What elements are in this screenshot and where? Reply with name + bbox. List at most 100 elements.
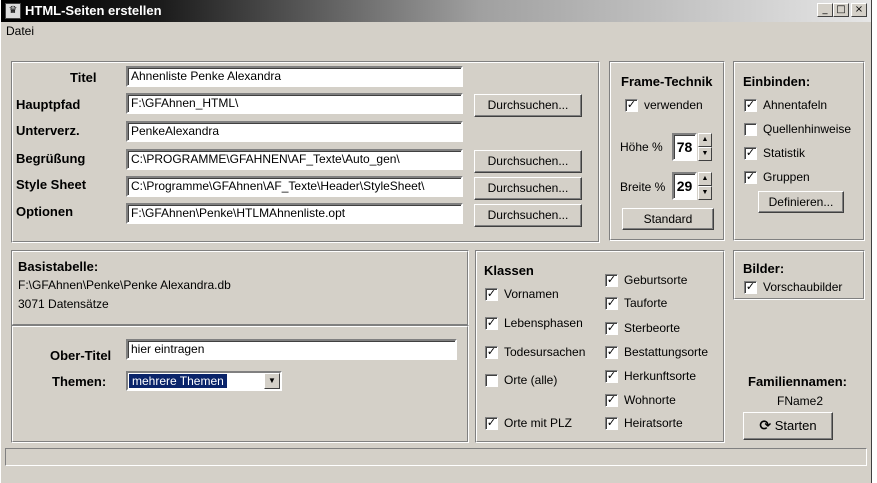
klassen-orte-plz-label: Orte mit PLZ <box>504 416 573 430</box>
klassen-tauforte-label: Tauforte <box>624 296 668 310</box>
klassen-bestattungsorte-checkbox[interactable]: ✓ <box>605 346 618 359</box>
optionen-label: Optionen <box>16 204 74 219</box>
themen-selected[interactable]: mehrere Themen <box>129 374 227 388</box>
einbinden-ahnentafeln-label: Ahnentafeln <box>763 98 828 112</box>
width-value[interactable]: 29 <box>672 172 697 200</box>
familien-value: FName2 <box>777 394 824 408</box>
begruessung-label: Begrüßung <box>16 151 86 166</box>
ober-titel-label: Ober-Titel <box>50 348 112 363</box>
height-spinner[interactable]: 78 ▲ ▼ <box>672 133 712 161</box>
klassen-panel: Klassen ✓ Vornamen ✓ Lebensphasen ✓ Tode… <box>475 250 725 443</box>
ober-titel-input[interactable]: hier eintragen <box>126 339 457 360</box>
klassen-heading: Klassen <box>484 263 534 278</box>
themen-label: Themen: <box>52 374 107 389</box>
maximize-button[interactable]: □ <box>833 3 849 17</box>
hauptpfad-label: Hauptpfad <box>16 97 81 112</box>
frame-heading: Frame-Technik <box>621 74 713 89</box>
klassen-bestattungsorte-label: Bestattungsorte <box>624 345 709 359</box>
menu-bar: Datei <box>1 22 871 40</box>
klassen-orte-alle-label: Orte (alle) <box>504 373 558 387</box>
einbinden-statistik-checkbox[interactable]: ✓ <box>744 147 757 160</box>
height-down-icon[interactable]: ▼ <box>698 147 712 161</box>
height-value[interactable]: 78 <box>672 133 697 161</box>
einbinden-quellenhinweise-label: Quellenhinweise <box>763 122 852 136</box>
optionen-input[interactable]: F:\GFAhnen\Penke\HTLMAhnenliste.opt <box>126 203 463 224</box>
einbinden-statistik-label: Statistik <box>763 146 806 160</box>
width-down-icon[interactable]: ▼ <box>698 186 712 200</box>
status-bar <box>5 448 867 466</box>
titel-label: Titel <box>70 70 97 85</box>
klassen-sterbeorte-checkbox[interactable]: ✓ <box>605 322 618 335</box>
klassen-lebensphasen-checkbox[interactable]: ✓ <box>485 317 498 330</box>
basis-path: F:\GFAhnen\Penke\Penke Alexandra.db <box>18 278 231 292</box>
klassen-heiratsorte-checkbox[interactable]: ✓ <box>605 417 618 430</box>
klassen-wohnorte-checkbox[interactable]: ✓ <box>605 394 618 407</box>
menu-datei[interactable]: Datei <box>6 24 34 38</box>
bilder-panel: Bilder: ✓ Vorschaubilder <box>733 250 865 300</box>
frame-use-label: verwenden <box>644 98 703 112</box>
refresh-icon: ⟳ <box>759 418 772 434</box>
hauptpfad-browse-button[interactable]: Durchsuchen... <box>474 94 582 117</box>
unterverz-input[interactable]: PenkeAlexandra <box>126 121 463 142</box>
klassen-vornamen-checkbox[interactable]: ✓ <box>485 288 498 301</box>
bilder-vorschau-checkbox[interactable]: ✓ <box>744 281 757 294</box>
klassen-wohnorte-label: Wohnorte <box>624 393 676 407</box>
ober-panel: Ober-Titel hier eintragen Themen: mehrer… <box>11 325 469 443</box>
klassen-herkunftsorte-label: Herkunftsorte <box>624 369 697 383</box>
klassen-heiratsorte-label: Heiratsorte <box>624 416 683 430</box>
basis-count: 3071 Datensätze <box>18 297 109 311</box>
klassen-todesursachen-label: Todesursachen <box>504 345 586 359</box>
frame-panel: Frame-Technik ✓ verwenden Höhe % 78 ▲ ▼ … <box>609 61 725 241</box>
einbinden-quellenhinweise-checkbox[interactable] <box>744 123 757 136</box>
themen-select[interactable]: mehrere Themen ▼ <box>126 371 282 391</box>
familien-heading: Familiennamen: <box>748 374 847 389</box>
basis-panel: Basistabelle: F:\GFAhnen\Penke\Penke Ale… <box>11 250 469 326</box>
einbinden-gruppen-label: Gruppen <box>763 170 810 184</box>
klassen-sterbeorte-label: Sterbeorte <box>624 321 681 335</box>
unterverz-label: Unterverz. <box>16 123 80 138</box>
height-up-icon[interactable]: ▲ <box>698 133 712 147</box>
begruessung-browse-button[interactable]: Durchsuchen... <box>474 150 582 173</box>
stylesheet-input[interactable]: C:\Programme\GFAhnen\AF_Texte\Header\Sty… <box>126 176 463 197</box>
starten-label: Starten <box>774 418 817 433</box>
paths-panel: Titel Ahnenliste Penke Alexandra Hauptpf… <box>11 61 600 243</box>
width-label: Breite % <box>620 180 666 194</box>
klassen-orte-plz-checkbox[interactable]: ✓ <box>485 417 498 430</box>
frame-use-checkbox[interactable]: ✓ <box>625 99 638 112</box>
app-icon: ♛ <box>5 3 21 19</box>
minimize-button[interactable]: _ <box>817 3 833 17</box>
optionen-browse-button[interactable]: Durchsuchen... <box>474 204 582 227</box>
width-spinner[interactable]: 29 ▲ ▼ <box>672 172 712 200</box>
klassen-tauforte-checkbox[interactable]: ✓ <box>605 297 618 310</box>
hauptpfad-input[interactable]: F:\GFAhnen_HTML\ <box>126 93 463 114</box>
close-button[interactable]: × <box>851 3 867 17</box>
einbinden-ahnentafeln-checkbox[interactable]: ✓ <box>744 99 757 112</box>
stylesheet-label: Style Sheet <box>16 177 87 192</box>
titel-input[interactable]: Ahnenliste Penke Alexandra <box>126 66 463 87</box>
chevron-down-icon[interactable]: ▼ <box>264 373 280 389</box>
height-label: Höhe % <box>620 140 663 154</box>
familien-area: Familiennamen: FName2 ⟳ Starten <box>733 306 865 443</box>
definieren-button[interactable]: Definieren... <box>758 191 844 213</box>
einbinden-gruppen-checkbox[interactable]: ✓ <box>744 171 757 184</box>
klassen-orte-alle-checkbox[interactable] <box>485 374 498 387</box>
begruessung-input[interactable]: C:\PROGRAMME\GFAHNEN\AF_Texte\Auto_gen\ <box>126 149 463 170</box>
klassen-geburtsorte-label: Geburtsorte <box>624 273 688 287</box>
klassen-herkunftsorte-checkbox[interactable]: ✓ <box>605 370 618 383</box>
klassen-geburtsorte-checkbox[interactable]: ✓ <box>605 274 618 287</box>
klassen-vornamen-label: Vornamen <box>504 287 559 301</box>
standard-button[interactable]: Standard <box>622 208 714 230</box>
einbinden-heading: Einbinden: <box>743 74 811 89</box>
starten-button[interactable]: ⟳ Starten <box>743 412 833 440</box>
klassen-todesursachen-checkbox[interactable]: ✓ <box>485 346 498 359</box>
title-bar: ♛ HTML-Seiten erstellen _ □ × <box>1 0 871 22</box>
bilder-heading: Bilder: <box>743 261 785 276</box>
bilder-vorschau-label: Vorschaubilder <box>763 280 843 294</box>
klassen-lebensphasen-label: Lebensphasen <box>504 316 583 330</box>
einbinden-panel: Einbinden: ✓ Ahnentafeln Quellenhinweise… <box>733 61 865 241</box>
stylesheet-browse-button[interactable]: Durchsuchen... <box>474 177 582 200</box>
basis-heading: Basistabelle: <box>18 259 99 274</box>
main-window: ♛ HTML-Seiten erstellen _ □ × Datei Tite… <box>0 0 872 483</box>
width-up-icon[interactable]: ▲ <box>698 172 712 186</box>
window-title: HTML-Seiten erstellen <box>25 3 162 18</box>
